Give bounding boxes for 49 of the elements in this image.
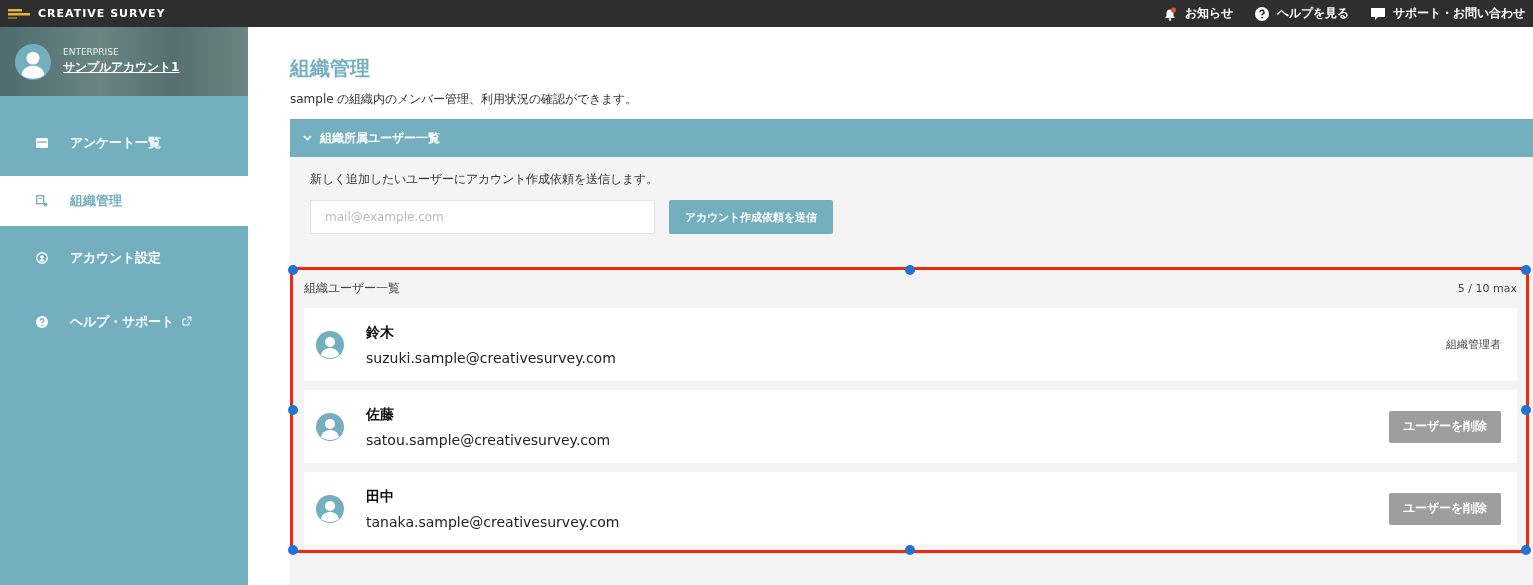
role-label: 組織管理者 — [1446, 337, 1501, 352]
sidebar-item[interactable]: 組織管理 — [0, 176, 248, 226]
external-link-icon — [182, 316, 192, 326]
org-icon — [36, 195, 48, 207]
selection-handle[interactable] — [1521, 265, 1531, 275]
avatar-icon — [316, 412, 344, 441]
user-name: 田中 — [366, 487, 395, 506]
sidebar-item[interactable]: アカウント設定 — [0, 226, 248, 290]
selection-handle[interactable] — [904, 265, 915, 275]
bell-icon — [1163, 6, 1177, 21]
avatar-icon — [15, 43, 51, 80]
selection-handle[interactable] — [288, 545, 298, 555]
tray-icon — [36, 138, 48, 148]
user-name: 鈴木 — [366, 323, 395, 342]
logo-icon — [8, 8, 30, 19]
user-circle-icon — [36, 252, 48, 264]
user-name: 佐藤 — [366, 405, 395, 424]
sidebar-item[interactable]: ヘルプ・サポート — [0, 290, 248, 354]
user-email: tanaka.sample@creativesurvey.com — [366, 513, 620, 530]
avatar-icon — [316, 494, 344, 523]
top-link[interactable]: ヘルプを見る — [1255, 5, 1349, 22]
top-link[interactable]: お知らせ — [1163, 5, 1233, 22]
brand-name: CREATIVE SURVEY — [38, 7, 166, 20]
send-button[interactable]: アカウント作成依頼を送信 — [669, 200, 833, 234]
avatar-icon — [316, 330, 344, 359]
account-plan: ENTERPRISE — [63, 47, 120, 57]
sidebar-item[interactable]: アンケート一覧 — [0, 110, 248, 176]
selection-handle[interactable] — [1521, 405, 1531, 415]
delete-user-button[interactable]: ユーザーを削除 — [1389, 410, 1501, 443]
user-email: suzuki.sample@creativesurvey.com — [366, 349, 616, 366]
top-link[interactable]: サポート・お問い合わせ — [1371, 5, 1525, 22]
accordion-header[interactable]: 組織所属ユーザー一覧 — [290, 119, 1533, 157]
page-description: sample の組織内のメンバー管理、利用状況の確認ができます。 — [290, 91, 639, 108]
selection-handle[interactable] — [1521, 545, 1531, 555]
help-icon — [1255, 6, 1269, 21]
help-icon — [36, 316, 48, 328]
list-title: 組織ユーザー一覧 — [304, 279, 400, 297]
selection-handle[interactable] — [288, 405, 298, 415]
selection-handle[interactable] — [288, 265, 298, 275]
selection-handle[interactable] — [904, 545, 915, 555]
email-field[interactable]: mail@example.com — [310, 200, 655, 234]
page-title: 組織管理 — [290, 55, 371, 82]
delete-user-button[interactable]: ユーザーを削除 — [1389, 492, 1501, 525]
user-email: satou.sample@creativesurvey.com — [366, 431, 611, 448]
chat-icon — [1371, 6, 1385, 21]
invite-text: 新しく追加したいユーザーにアカウント作成依頼を送信します。 — [310, 171, 659, 188]
account-link[interactable]: サンプルアカウント1 — [63, 59, 180, 76]
user-count: 5 / 10 max — [1457, 281, 1517, 295]
accordion-title: 組織所属ユーザー一覧 — [320, 129, 440, 147]
